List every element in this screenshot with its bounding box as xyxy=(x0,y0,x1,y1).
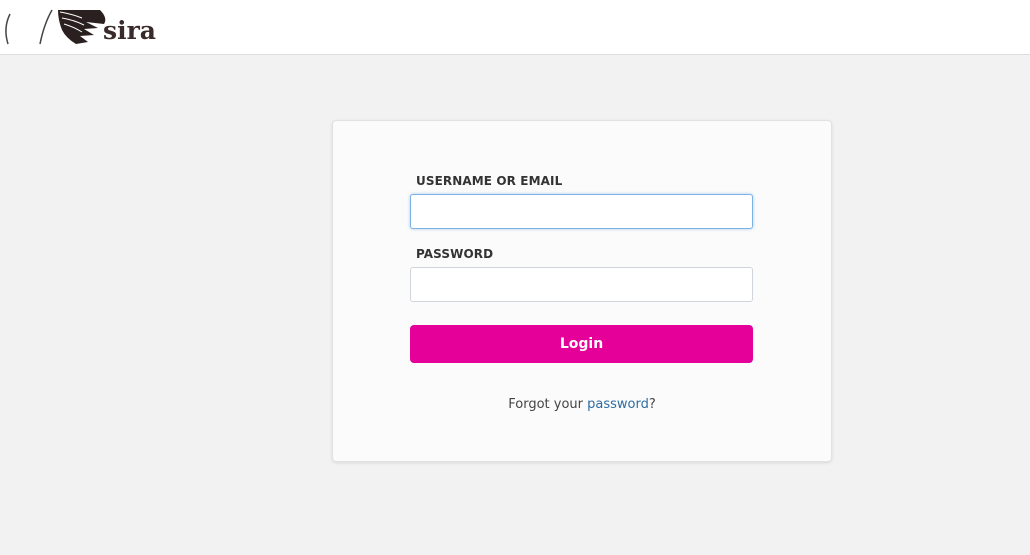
password-label: PASSWORD xyxy=(416,247,494,261)
site-logo[interactable]: sira xyxy=(0,4,170,48)
forgot-password-text: Forgot your password? xyxy=(333,397,831,412)
password-input[interactable] xyxy=(410,267,753,302)
username-input[interactable] xyxy=(410,194,753,229)
login-button[interactable]: Login xyxy=(410,325,753,363)
forgot-suffix: ? xyxy=(648,397,656,412)
forgot-password-link[interactable]: password xyxy=(587,397,649,412)
feather-wing-logo-icon xyxy=(5,9,106,45)
logo-text: sira xyxy=(103,16,156,45)
forgot-prefix: Forgot your xyxy=(508,397,588,412)
username-label: USERNAME OR EMAIL xyxy=(416,174,563,188)
login-card: USERNAME OR EMAIL PASSWORD Login Forgot … xyxy=(332,120,832,462)
top-header: sira xyxy=(0,0,1030,55)
